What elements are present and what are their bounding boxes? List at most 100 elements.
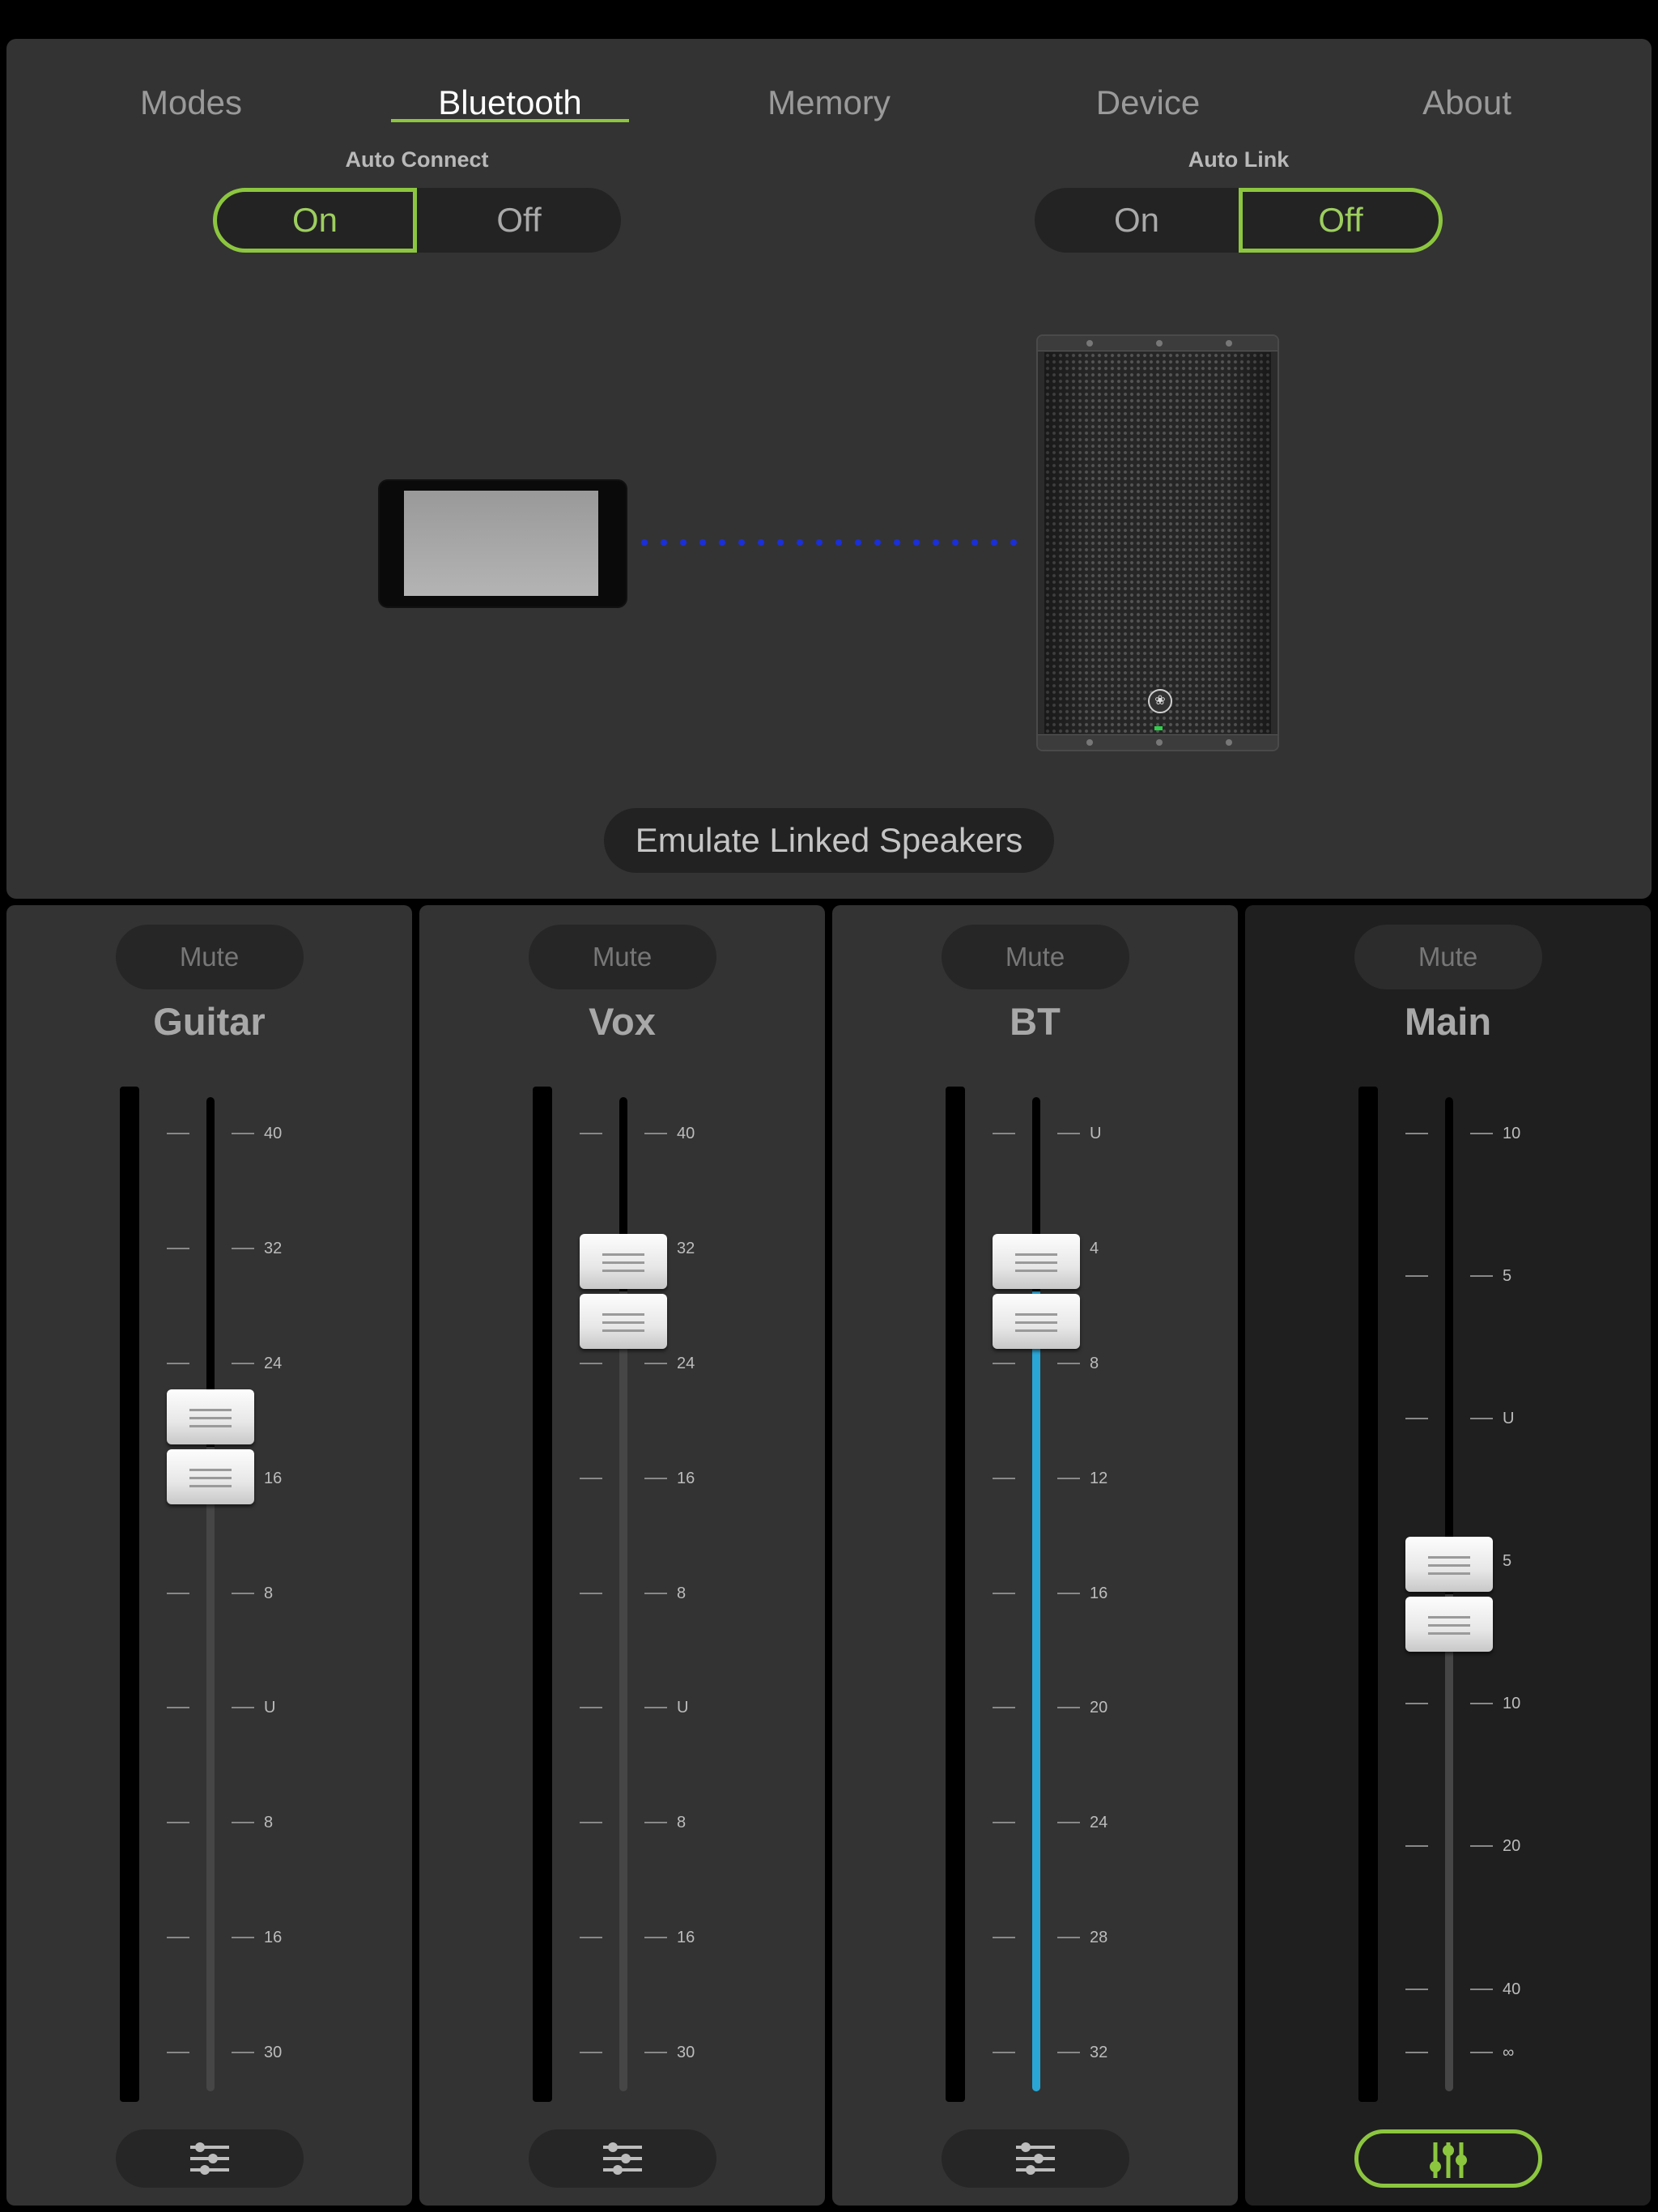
scale-label: 40 [264, 1125, 283, 1142]
channel-name: Guitar [153, 1000, 266, 1043]
scale-tick [167, 1822, 189, 1824]
auto-link-off-button[interactable]: Off [1239, 188, 1443, 253]
scale-label: 40 [1503, 1980, 1521, 1998]
auto-connect-off-button[interactable]: Off [417, 188, 621, 253]
scale-tick [1405, 1133, 1428, 1134]
auto-link-label: Auto Link [1188, 147, 1290, 172]
scale-label: 32 [264, 1239, 283, 1257]
scale-label: 24 [1090, 1814, 1108, 1832]
scale-label: 24 [264, 1354, 283, 1372]
mute-button[interactable]: Mute [941, 925, 1129, 989]
scale-tick [1057, 1477, 1080, 1479]
phone-screen [404, 491, 598, 596]
tab-device[interactable]: Device [1027, 74, 1269, 131]
scale-label: 4 [1090, 1239, 1099, 1257]
fader-knob[interactable] [580, 1234, 667, 1350]
scale-label: 8 [264, 1814, 274, 1832]
scale-label: 16 [677, 1929, 695, 1947]
scale-tick [644, 2052, 667, 2053]
auto-link-toggle: On Off [1035, 188, 1443, 253]
scale-label: 32 [1090, 2044, 1108, 2061]
scale-tick [1405, 1845, 1428, 1847]
channel-settings-button[interactable] [941, 2129, 1129, 2188]
scale-label: 8 [677, 1814, 687, 1832]
channel-settings-button[interactable] [115, 2129, 304, 2188]
scale-tick [993, 2052, 1015, 2053]
mute-button[interactable]: Mute [1354, 925, 1542, 989]
scale-tick [167, 1592, 189, 1594]
auto-connect-on-button[interactable]: On [213, 188, 417, 253]
scale-tick [580, 1477, 602, 1479]
scale-tick [993, 1592, 1015, 1594]
auto-connect-toggle: On Off [213, 188, 621, 253]
scale-tick [232, 1133, 254, 1134]
scale-tick [167, 2052, 189, 2053]
channel-name: Main [1404, 1000, 1492, 1043]
speaker-grille [1044, 352, 1271, 734]
scale-tick [232, 1707, 254, 1709]
scale-tick [993, 1477, 1015, 1479]
scale-label: 8 [1090, 1354, 1099, 1372]
scale-tick [1470, 1989, 1493, 1990]
fader-knob[interactable] [993, 1234, 1080, 1350]
scale-tick [1405, 1275, 1428, 1277]
scale-label: 32 [677, 1239, 695, 1257]
scale-tick [1405, 1418, 1428, 1419]
scale-tick [167, 1247, 189, 1249]
scale-label: 28 [1090, 1929, 1108, 1947]
scale-label: 8 [677, 1584, 687, 1602]
channel-strip-main: Mute Main 10 5 U 5 10 20 40 ∞ [1245, 905, 1651, 2206]
tab-about[interactable]: About [1346, 74, 1588, 131]
channel-strip-vox: Mute Vox 40 32 24 16 8 U 8 16 30 [419, 905, 825, 2206]
scale-label: 10 [1503, 1695, 1521, 1712]
scale-tick [580, 1362, 602, 1364]
scale-label: 12 [1090, 1469, 1108, 1487]
scale-label: 20 [1503, 1837, 1521, 1855]
tab-modes[interactable]: Modes [70, 74, 312, 131]
scale-tick [580, 2052, 602, 2053]
tab-memory[interactable]: Memory [708, 74, 950, 131]
channel-settings-button[interactable] [528, 2129, 716, 2188]
auto-connect-label: Auto Connect [345, 147, 489, 172]
sliders-icon [602, 2142, 642, 2175]
auto-link-on-button[interactable]: On [1035, 188, 1239, 253]
scale-tick [232, 1362, 254, 1364]
channel-name: BT [1010, 1000, 1061, 1043]
scale-tick [1470, 1845, 1493, 1847]
scale-tick [1057, 1133, 1080, 1134]
scale-tick [1470, 1418, 1493, 1419]
mute-button[interactable]: Mute [115, 925, 304, 989]
level-fill [1032, 1291, 1040, 2091]
scale-tick [993, 1822, 1015, 1824]
scale-tick [580, 1133, 602, 1134]
scale-tick [993, 1133, 1015, 1134]
tab-bluetooth[interactable]: Bluetooth [389, 74, 631, 131]
scale-tick [644, 1937, 667, 1939]
scale-tick [232, 1822, 254, 1824]
power-led-icon [1154, 726, 1163, 730]
emulate-linked-speakers-button[interactable]: Emulate Linked Speakers [604, 808, 1054, 873]
scale-tick [644, 1822, 667, 1824]
bluetooth-link-dots [635, 539, 1030, 546]
scale-tick [580, 1592, 602, 1594]
scale-label: 30 [677, 2044, 695, 2061]
scale-tick [1057, 1362, 1080, 1364]
scale-tick [1057, 1592, 1080, 1594]
fader-knob[interactable] [167, 1389, 254, 1505]
scale-tick [1405, 1989, 1428, 1990]
scale-tick [644, 1592, 667, 1594]
scale-tick [167, 1362, 189, 1364]
scale-tick [1470, 1275, 1493, 1277]
fader-track[interactable] [206, 1097, 215, 2091]
mixer-view-button[interactable] [1354, 2129, 1542, 2188]
sliders-icon [189, 2142, 229, 2175]
scale-tick [232, 1247, 254, 1249]
scale-tick [1057, 1707, 1080, 1709]
scale-tick [1470, 1133, 1493, 1134]
fader-knob[interactable] [1405, 1537, 1493, 1652]
scale-tick [167, 1707, 189, 1709]
level-meter [1358, 1087, 1378, 2102]
scale-tick [993, 1362, 1015, 1364]
scale-label: 24 [677, 1354, 695, 1372]
mute-button[interactable]: Mute [528, 925, 716, 989]
